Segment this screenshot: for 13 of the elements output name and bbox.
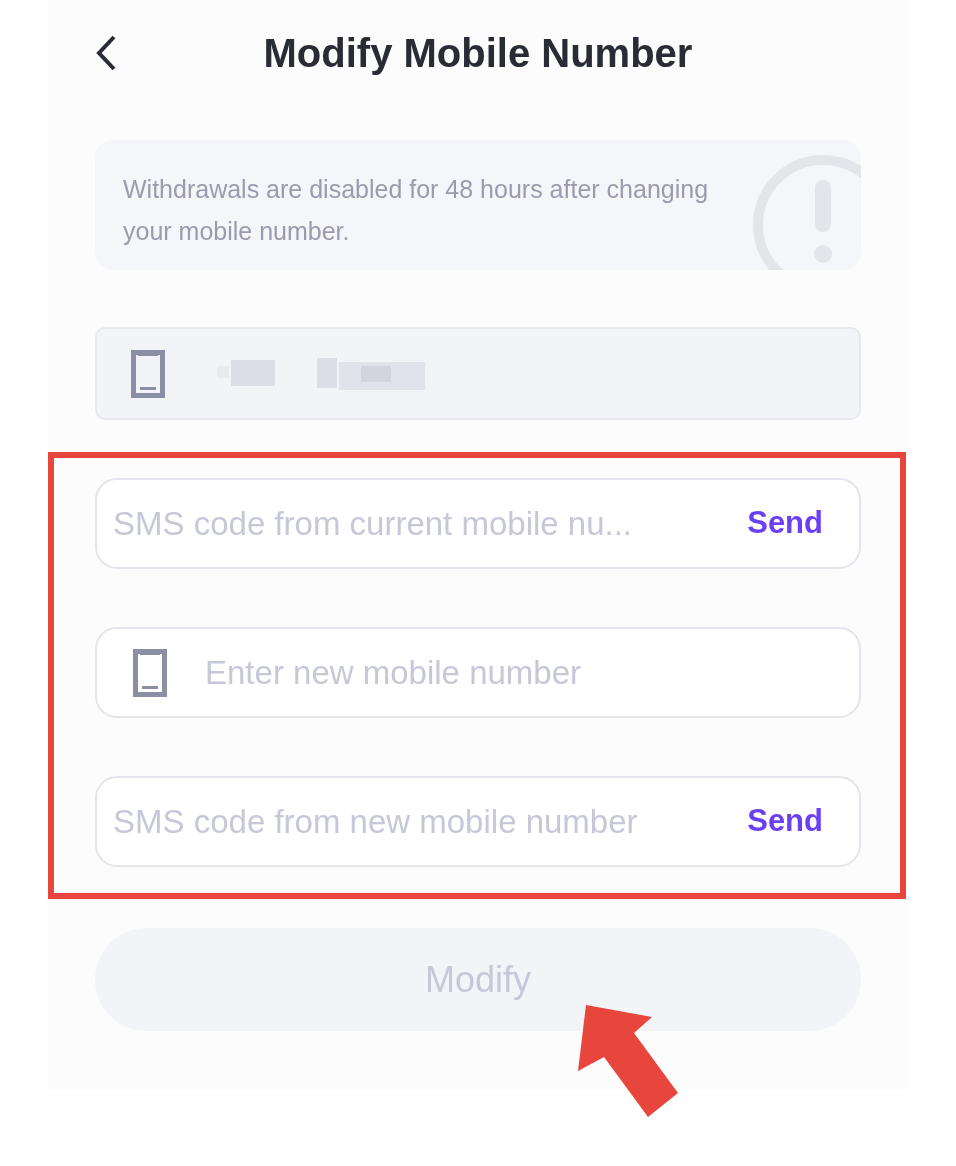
new-number-field[interactable]: Enter new mobile number xyxy=(95,627,861,718)
notice-text: Withdrawals are disabled for 48 hours after changing your mobile number. xyxy=(123,174,710,247)
send-button[interactable]: Send xyxy=(747,798,823,845)
page-title: Modify Mobile Number xyxy=(263,30,693,77)
phone-icon xyxy=(131,349,165,398)
sms-code-field[interactable]: SMS code from current mobile nu... Send xyxy=(95,478,861,569)
sms-code-input[interactable]: SMS code from new mobile number xyxy=(113,796,728,847)
sms-code-input[interactable]: SMS code from current mobile nu... xyxy=(113,498,728,549)
send-button[interactable]: Send xyxy=(747,500,823,547)
back-icon[interactable] xyxy=(95,35,117,71)
phone-icon xyxy=(133,648,167,697)
sms-code-field[interactable]: SMS code from new mobile number Send xyxy=(95,776,861,867)
new-number-input[interactable]: Enter new mobile number xyxy=(205,647,823,698)
